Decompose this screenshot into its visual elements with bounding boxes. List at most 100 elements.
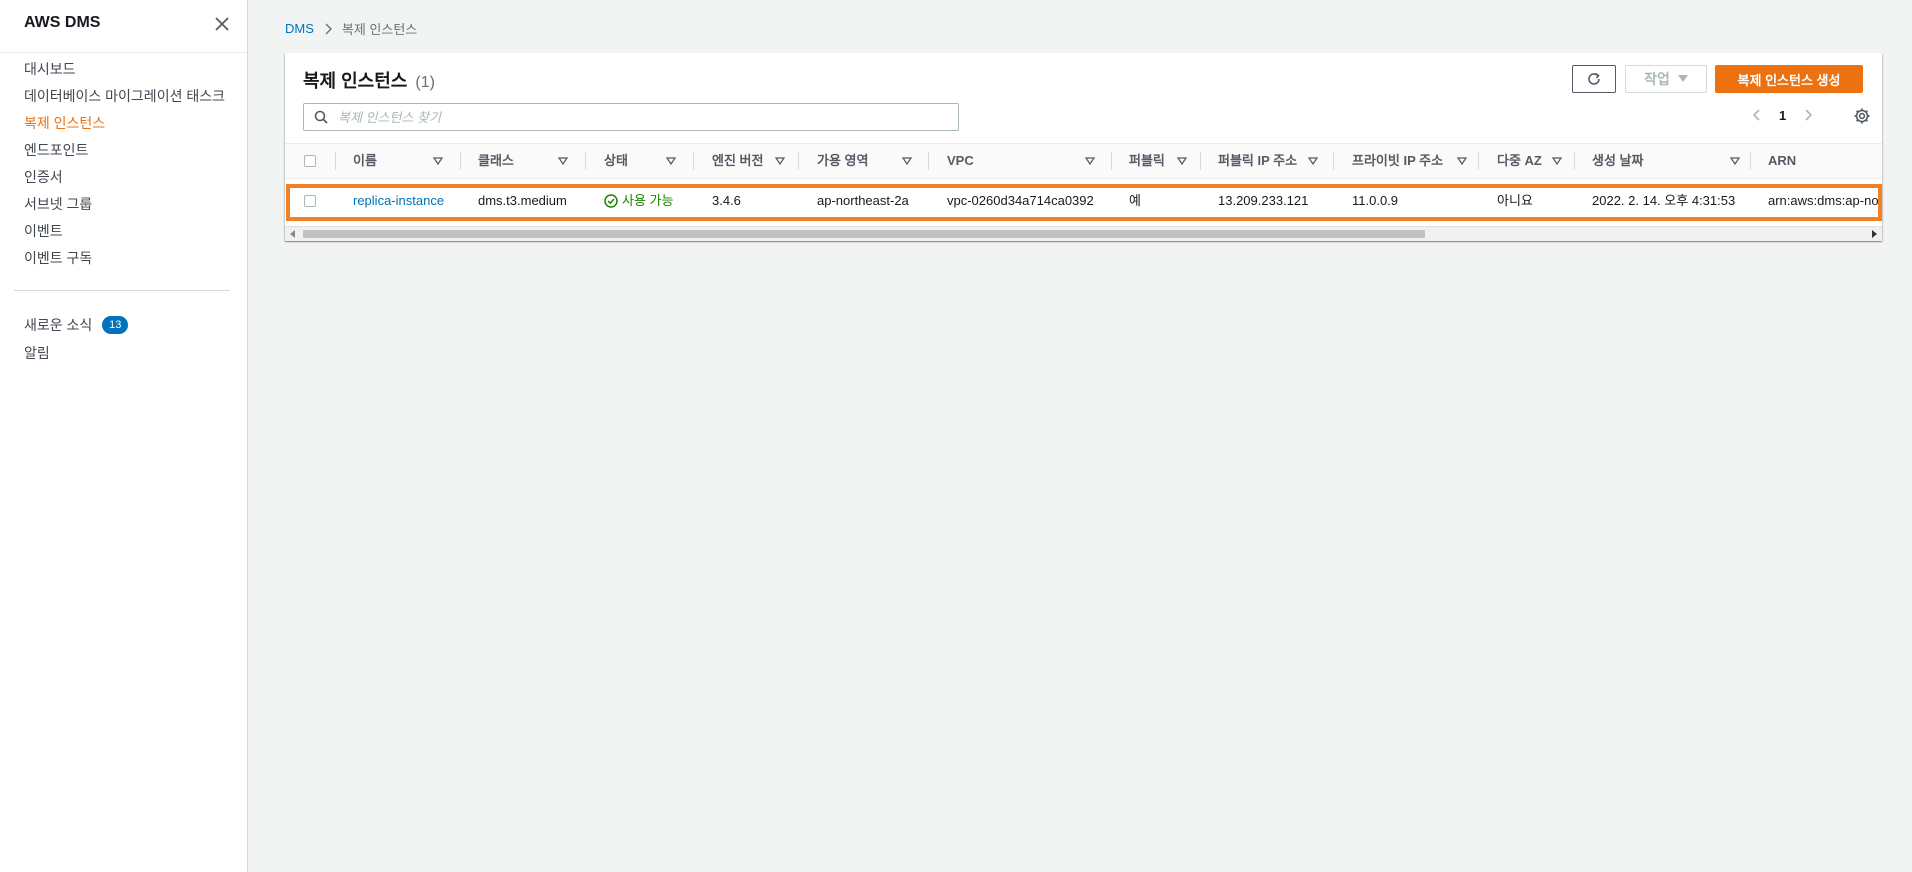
refresh-button[interactable] <box>1572 65 1616 93</box>
column-header-label: 상태 <box>604 153 628 168</box>
column-header-created[interactable]: 생성 날짜 <box>1592 144 1742 178</box>
replication-instances-panel: 복제 인스턴스 (1) 작업 복제 인스턴스 생성 1 이름 <box>285 53 1882 241</box>
public-flag: 예 <box>1129 193 1141 208</box>
sort-icon <box>1730 157 1740 166</box>
column-divider <box>460 152 461 170</box>
gear-icon[interactable] <box>1853 107 1871 125</box>
column-header-class[interactable]: 클래스 <box>478 144 578 178</box>
creation-date: 2022. 2. 14. 오후 4:31:53 <box>1592 193 1736 208</box>
vpc-id: vpc-0260d34a714ca0392 <box>947 193 1094 208</box>
current-page[interactable]: 1 <box>1779 108 1786 123</box>
sidebar-item-notifications[interactable]: 알림 <box>0 339 247 367</box>
chevron-right-icon <box>325 23 332 34</box>
sidebar: AWS DMS 대시보드 데이터베이스 마이그레이션 태스크 복제 인스턴스 엔… <box>0 0 248 872</box>
next-page-icon[interactable] <box>1800 107 1816 123</box>
column-divider <box>1478 152 1479 170</box>
column-header-engine-version[interactable]: 엔진 버전 <box>712 144 802 178</box>
sidebar-nav: 대시보드 데이터베이스 마이그레이션 태스크 복제 인스턴스 엔드포인트 인증서… <box>0 58 247 274</box>
arn-value: arn:aws:dms:ap-northeast-2 <box>1768 193 1878 208</box>
pagination: 1 <box>1749 107 1816 123</box>
panel-title-text: 복제 인스턴스 <box>303 71 408 91</box>
column-header-availability-zone[interactable]: 가용 영역 <box>817 144 917 178</box>
actions-dropdown[interactable]: 작업 <box>1625 65 1707 93</box>
column-header-status[interactable]: 상태 <box>604 144 694 178</box>
scroll-left-icon[interactable] <box>289 230 297 238</box>
sidebar-divider <box>14 290 230 291</box>
column-header-label: 가용 영역 <box>817 153 869 168</box>
check-circle-icon <box>604 194 618 208</box>
column-header-label: 클래스 <box>478 153 514 168</box>
column-header-vpc[interactable]: VPC <box>947 144 1107 178</box>
engine-version: 3.4.6 <box>712 193 741 208</box>
column-divider <box>1750 152 1751 170</box>
sidebar-item-replication-instances[interactable]: 복제 인스턴스 <box>0 112 247 139</box>
sort-icon <box>1308 157 1318 166</box>
news-count-badge: 13 <box>102 316 129 334</box>
scrollbar-thumb[interactable] <box>303 230 1425 238</box>
sidebar-item-whats-new[interactable]: 새로운 소식 13 <box>0 311 247 339</box>
column-header-label: 퍼블릭 <box>1129 153 1165 168</box>
refresh-icon <box>1588 72 1600 85</box>
sort-icon <box>775 157 785 166</box>
instance-name-link[interactable]: replica-instance <box>353 181 444 221</box>
column-header-public-ip[interactable]: 퍼블릭 IP 주소 <box>1218 144 1328 178</box>
sidebar-secondary-nav: 새로운 소식 13 알림 <box>0 311 247 367</box>
sort-icon <box>558 157 568 166</box>
sidebar-item-event-subscriptions[interactable]: 이벤트 구독 <box>0 247 247 274</box>
row-select-checkbox[interactable] <box>304 195 316 207</box>
private-ip: 11.0.0.9 <box>1352 193 1399 208</box>
column-divider <box>798 152 799 170</box>
horizontal-scrollbar[interactable] <box>285 226 1882 241</box>
column-header-name[interactable]: 이름 <box>353 144 453 178</box>
panel-title: 복제 인스턴스 (1) <box>303 67 435 93</box>
column-header-multi-az[interactable]: 다중 AZ <box>1497 144 1567 178</box>
public-ip: 13.209.233.121 <box>1218 193 1309 208</box>
sidebar-item-migration-tasks[interactable]: 데이터베이스 마이그레이션 태스크 <box>0 85 247 112</box>
breadcrumb-current: 복제 인스턴스 <box>341 22 418 37</box>
breadcrumb: DMS 복제 인스턴스 <box>285 19 417 38</box>
search-icon <box>314 110 328 124</box>
sidebar-item-events[interactable]: 이벤트 <box>0 220 247 247</box>
table-header: 이름 클래스 상태 엔진 버전 가용 영역 VPC 퍼블릭 퍼블릭 IP 주소 … <box>285 143 1882 179</box>
caret-down-icon <box>1677 75 1688 82</box>
sidebar-item-certificates[interactable]: 인증서 <box>0 166 247 193</box>
instance-count: (1) <box>415 74 435 91</box>
column-header-label: 생성 날짜 <box>1592 153 1644 168</box>
create-replication-instance-button[interactable]: 복제 인스턴스 생성 <box>1715 65 1863 93</box>
sidebar-item-subnet-groups[interactable]: 서브넷 그룹 <box>0 193 247 220</box>
table-row[interactable]: replica-instance dms.t3.medium 사용 가능 3.4… <box>285 181 1882 221</box>
column-header-label: ARN <box>1768 153 1797 168</box>
search-field[interactable] <box>303 103 959 131</box>
column-divider <box>693 152 694 170</box>
status-badge: 사용 가능 <box>604 181 673 221</box>
column-header-label: 다중 AZ <box>1497 153 1542 168</box>
sort-icon <box>433 157 443 166</box>
scroll-right-icon[interactable] <box>1870 230 1878 238</box>
sidebar-title: AWS DMS <box>24 14 101 31</box>
sidebar-item-label: 새로운 소식 <box>24 317 93 333</box>
previous-page-icon[interactable] <box>1749 107 1765 123</box>
sort-icon <box>1177 157 1187 166</box>
column-header-label: 프라이빗 IP 주소 <box>1352 153 1444 168</box>
sort-icon <box>1457 157 1467 166</box>
sidebar-item-endpoints[interactable]: 엔드포인트 <box>0 139 247 166</box>
column-header-public[interactable]: 퍼블릭 <box>1129 144 1199 178</box>
select-all-checkbox[interactable] <box>304 155 316 167</box>
sort-icon <box>1085 157 1095 166</box>
close-icon[interactable] <box>212 14 232 34</box>
arn-cell: arn:aws:dms:ap-northeast-2 <box>1768 181 1878 221</box>
column-divider <box>335 152 336 170</box>
multi-az: 아니요 <box>1497 193 1533 208</box>
column-header-label: 엔진 버전 <box>712 153 764 168</box>
availability-zone: ap-northeast-2a <box>817 193 909 208</box>
sidebar-item-dashboard[interactable]: 대시보드 <box>0 58 247 85</box>
search-input[interactable] <box>336 108 940 126</box>
status-text: 사용 가능 <box>622 193 674 208</box>
column-header-private-ip[interactable]: 프라이빗 IP 주소 <box>1352 144 1472 178</box>
breadcrumb-dms-link[interactable]: DMS <box>285 21 314 36</box>
column-header-label: VPC <box>947 153 974 168</box>
column-divider <box>928 152 929 170</box>
instance-class: dms.t3.medium <box>478 193 567 208</box>
column-header-arn[interactable]: ARN <box>1768 144 1848 178</box>
sort-icon <box>666 157 676 166</box>
